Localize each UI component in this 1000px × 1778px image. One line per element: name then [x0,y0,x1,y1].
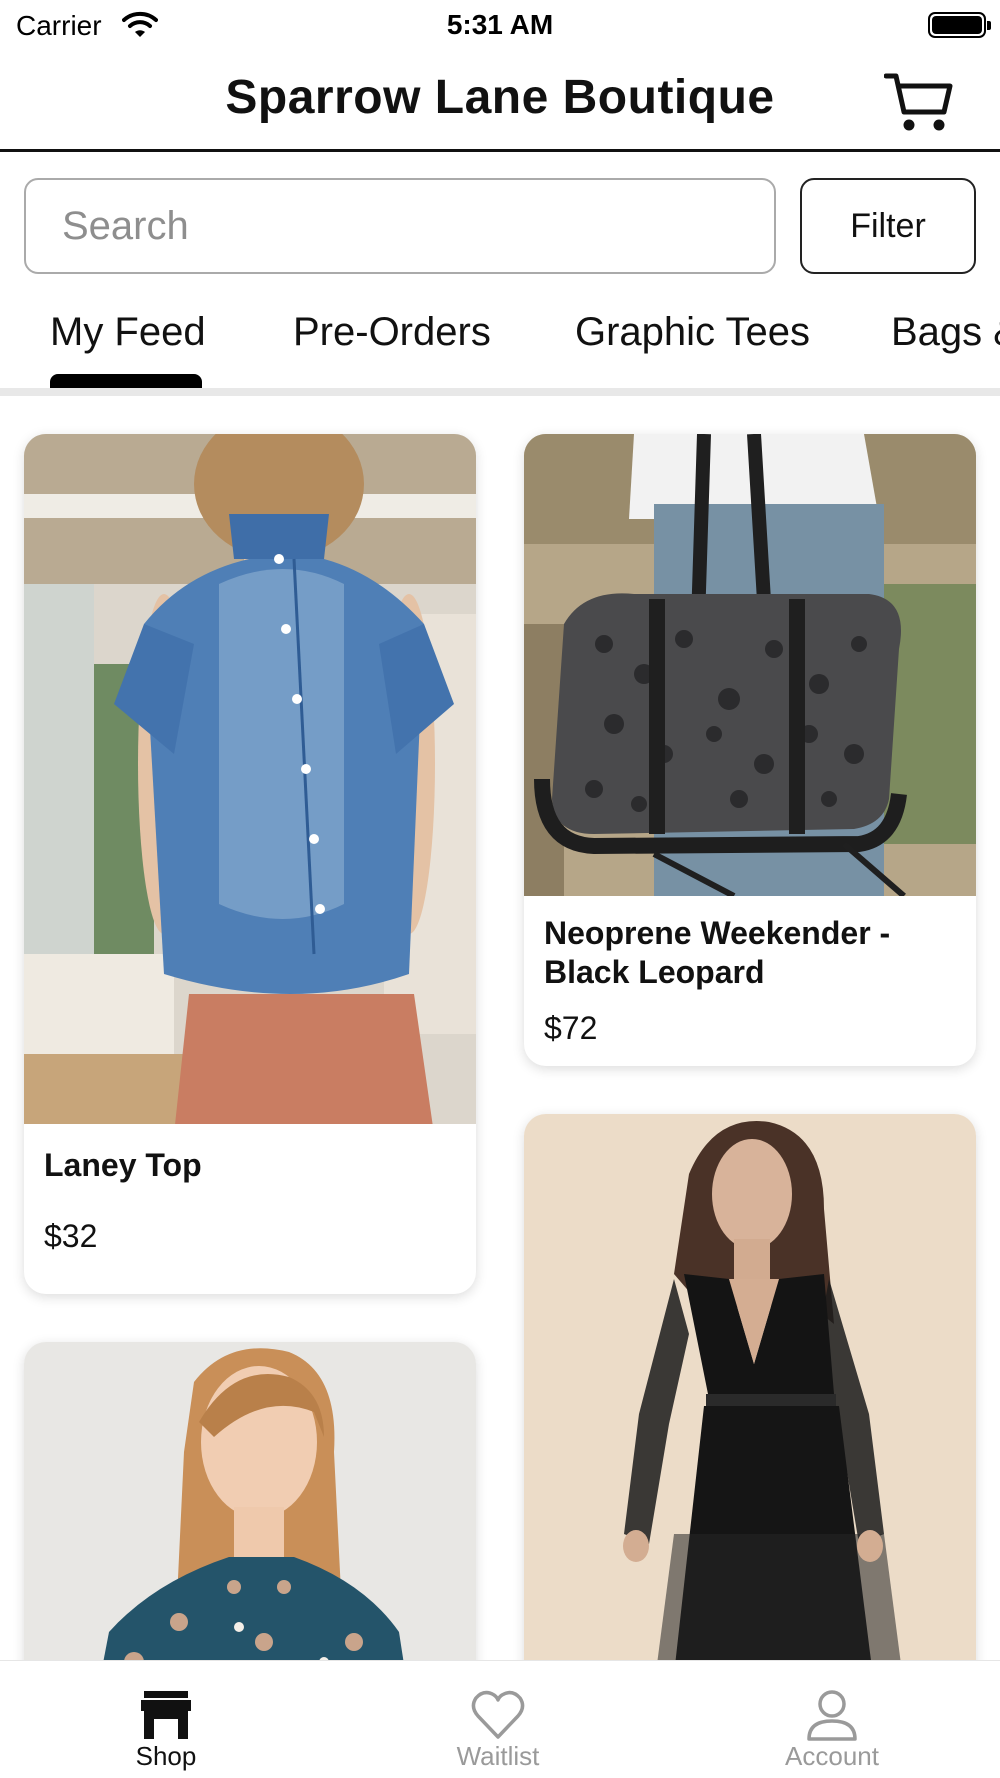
product-price: $72 [544,1010,598,1046]
nav-account[interactable]: Account [732,1661,932,1778]
product-card[interactable]: Laney Top $32 [24,434,476,1294]
product-image [24,434,476,1124]
app-header: Sparrow Lane Boutique [0,56,1000,152]
battery-icon [928,12,991,38]
tab-bags[interactable]: Bags & [891,310,1000,355]
product-price: $32 [44,1218,98,1254]
status-time: 5:31 AM [446,9,554,40]
product-name: Laney Top [44,1147,202,1183]
person-icon [807,1690,857,1741]
heart-icon [471,1690,525,1739]
cart-icon[interactable] [884,70,954,136]
filter-button[interactable]: Filter [800,178,976,274]
product-card[interactable]: Neoprene Weekender - Black Leopard $72 [524,434,976,1066]
status-bar: Carrier 5:31 AM [0,0,1000,50]
category-tabs: My Feed Pre-Orders Graphic Tees Bags & [0,300,1000,396]
nav-label: Account [785,1741,879,1771]
tab-indicator [50,374,202,388]
store-title: Sparrow Lane Boutique [225,71,775,124]
search-row: Filter [0,178,1000,276]
nav-waitlist[interactable]: Waitlist [398,1661,598,1778]
search-input[interactable] [24,178,776,274]
nav-label: Shop [135,1741,197,1771]
nav-label: Waitlist [456,1741,540,1771]
tab-graphic-tees[interactable]: Graphic Tees [575,310,810,355]
bottom-tab-bar: Shop Waitlist Account [0,1660,1000,1778]
tab-my-feed[interactable]: My Feed [50,310,206,355]
tab-pre-orders[interactable]: Pre-Orders [293,310,491,355]
product-name: Neoprene Weekender - Black Leopard [544,915,891,990]
nav-shop[interactable]: Shop [66,1661,266,1778]
store-icon [141,1691,191,1739]
product-image [524,434,976,896]
